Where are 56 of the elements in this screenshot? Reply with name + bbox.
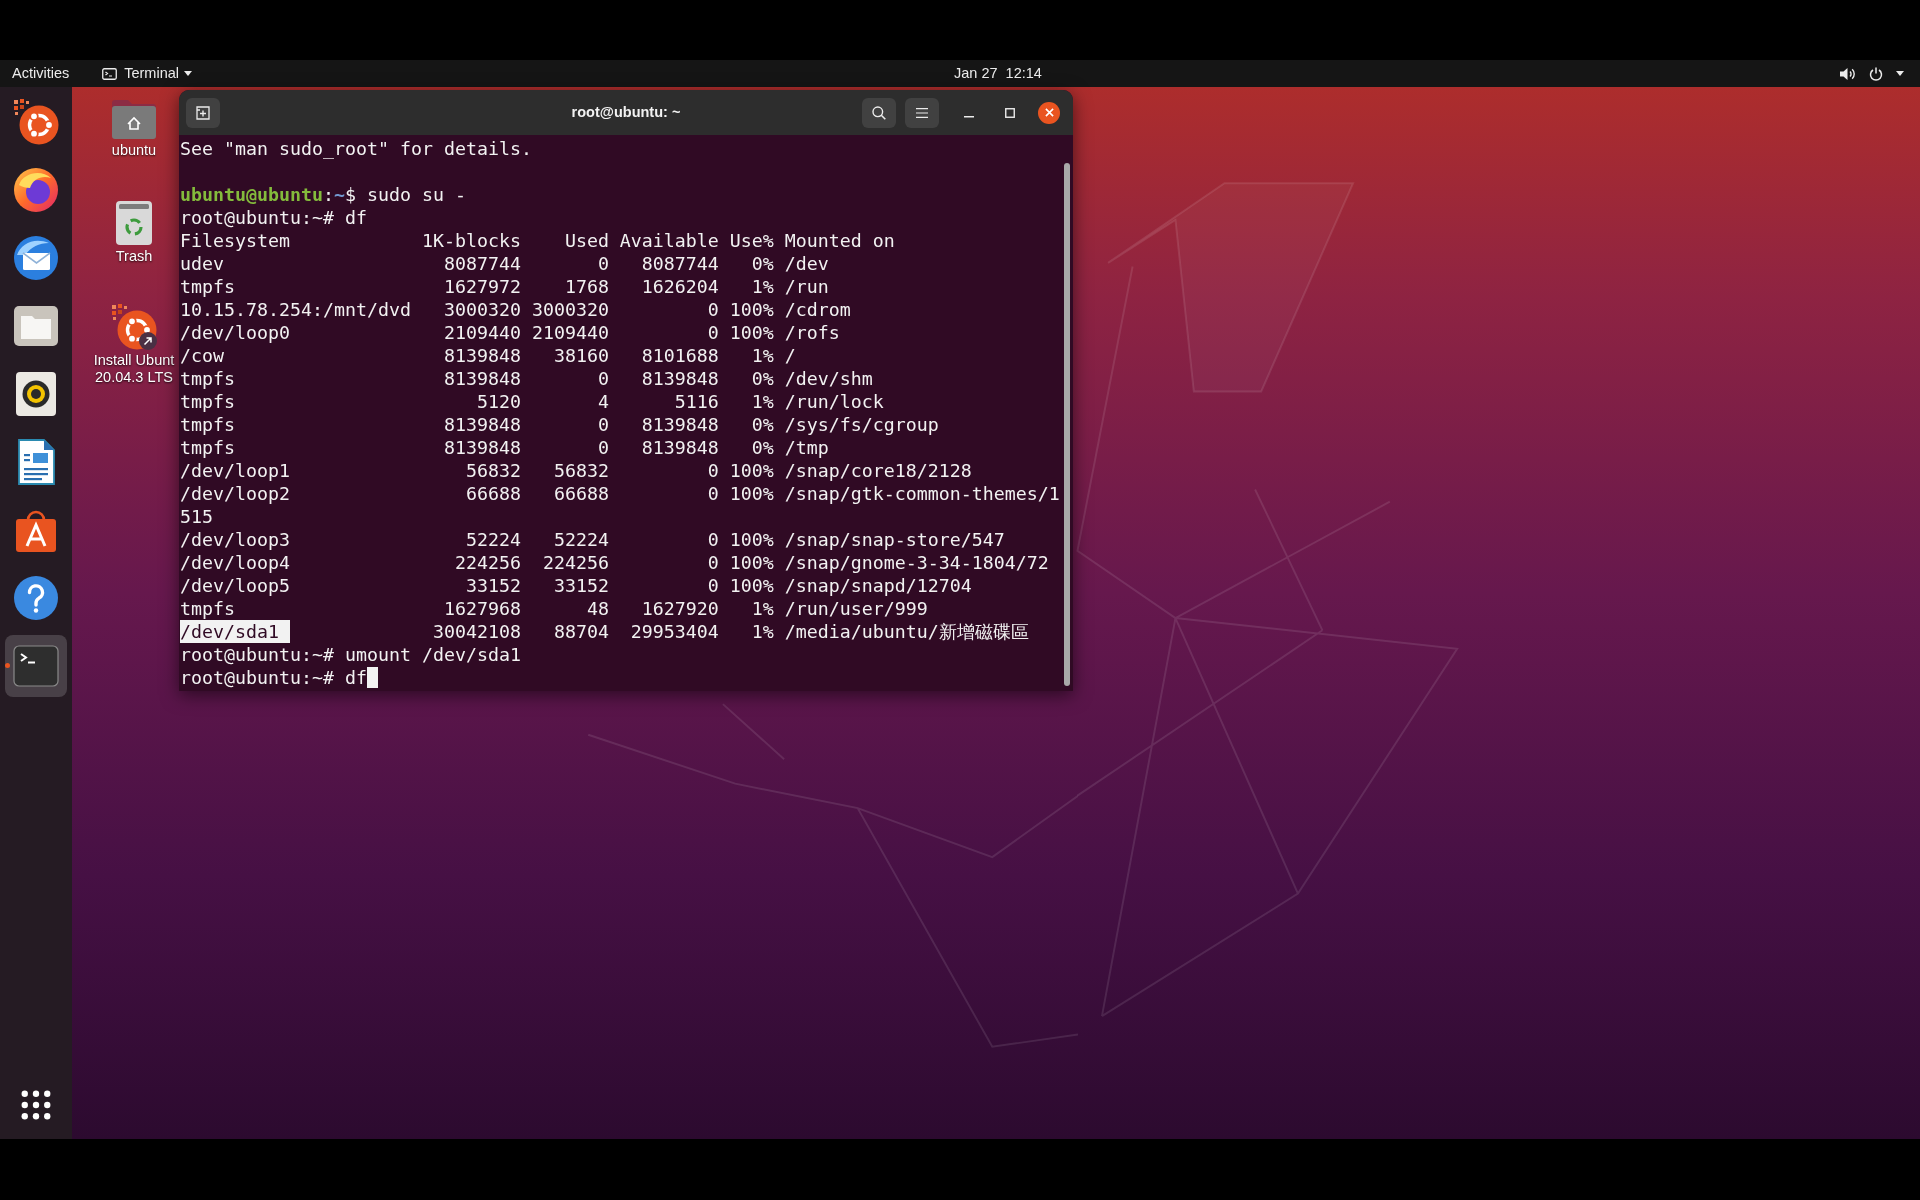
terminal-icon bbox=[13, 643, 59, 689]
terminal-line: udev 8087744 0 8087744 0% /dev bbox=[180, 252, 829, 275]
volume-icon bbox=[1840, 66, 1856, 81]
terminal-line: See "man sudo_root" for details. bbox=[180, 137, 532, 160]
caret-icon bbox=[1896, 71, 1904, 76]
selected-text: /dev/sda1 bbox=[180, 620, 290, 643]
terminal-line: /cow 8139848 38160 8101688 1% / bbox=[180, 344, 796, 367]
new-tab-button[interactable] bbox=[186, 97, 220, 128]
terminal-line: 10.15.78.254:/mnt/dvd 3000320 3000320 0 100% /cdrom bbox=[180, 298, 851, 321]
terminal-line: root@ubuntu:~# df bbox=[180, 206, 367, 229]
activities-button[interactable]: Activities bbox=[0, 60, 78, 87]
terminal-line: /dev/loop5 33152 33152 0 100% /snap/snapd/12704 bbox=[180, 574, 972, 597]
minimize-icon bbox=[964, 115, 974, 118]
ring-logo-icon bbox=[13, 99, 59, 145]
terminal-line: tmpfs 8139848 0 8139848 0% /dev/shm bbox=[180, 367, 873, 390]
terminal-line: /dev/loop4 224256 224256 0 100% /snap/gnome-3-34-1804/72 bbox=[180, 551, 1049, 574]
terminal-line: 30042108 88704 29953404 1% /media/ubuntu/新增磁碟區 bbox=[431, 620, 1029, 643]
search-button[interactable] bbox=[862, 97, 896, 128]
maximize-icon bbox=[1005, 107, 1015, 118]
power-icon bbox=[1869, 66, 1883, 81]
terminal-line: 515 bbox=[180, 505, 213, 528]
app-menu-button[interactable]: Terminal bbox=[102, 60, 192, 87]
icon-label: 20.04.3 LTS bbox=[95, 369, 173, 386]
close-button[interactable] bbox=[1038, 101, 1060, 124]
terminal-line: ubuntu@ubuntu:~$ sudo su - bbox=[180, 183, 466, 206]
terminal-line: tmpfs 5120 4 5116 1% /run/lock bbox=[180, 390, 884, 413]
terminal-line: Filesystem 1K-blocks Used Available Use% Mounted on bbox=[180, 229, 895, 252]
new-tab-icon bbox=[196, 105, 210, 120]
search-icon bbox=[872, 105, 886, 120]
window-title: root@ubuntu: ~ bbox=[571, 102, 681, 122]
terminal-line: tmpfs 8139848 0 8139848 0% /tmp bbox=[180, 436, 829, 459]
terminal-icon bbox=[102, 67, 118, 80]
terminal-line: /dev/loop3 52224 52224 0 100% /snap/snap-store/547 bbox=[180, 528, 1005, 551]
close-icon bbox=[1044, 108, 1054, 117]
terminal-line: root@ubuntu:~# df bbox=[180, 666, 367, 689]
menu-icon bbox=[916, 107, 928, 118]
speaker-icon bbox=[13, 371, 59, 417]
terminal-line: /dev/loop0 2109440 2109440 0 100% /rofs bbox=[180, 321, 840, 344]
caret-icon bbox=[184, 71, 192, 76]
mail-icon bbox=[13, 235, 59, 281]
globe-icon bbox=[13, 167, 59, 213]
icon-label: ubuntu bbox=[111, 142, 157, 159]
folder-icon bbox=[13, 303, 59, 349]
terminal-line: tmpfs 1627972 1768 1626204 1% /run bbox=[180, 275, 829, 298]
terminal-line: tmpfs 8139848 0 8139848 0% /sys/fs/cgroup bbox=[180, 413, 939, 436]
app-grid-icon bbox=[21, 1090, 51, 1120]
help-icon bbox=[13, 575, 59, 621]
terminal-line: tmpfs 1627968 48 1627920 1% /run/user/999 bbox=[180, 597, 928, 620]
menu-button[interactable] bbox=[905, 97, 939, 128]
icon-label: Trash bbox=[115, 248, 153, 265]
scrollbar-thumb[interactable] bbox=[1064, 163, 1070, 686]
terminal-line: /dev/loop2 66688 66688 0 100% /snap/gtk-common-themes/1 bbox=[180, 482, 1060, 505]
terminal-line: /dev/loop1 56832 56832 0 100% /snap/core18/2128 bbox=[180, 459, 972, 482]
clock-button[interactable]: Jan 27 12:14 bbox=[954, 60, 1042, 87]
icon-label: Install Ubunt bbox=[93, 352, 175, 369]
terminal-line: root@ubuntu:~# umount /dev/sda1 bbox=[180, 643, 521, 666]
